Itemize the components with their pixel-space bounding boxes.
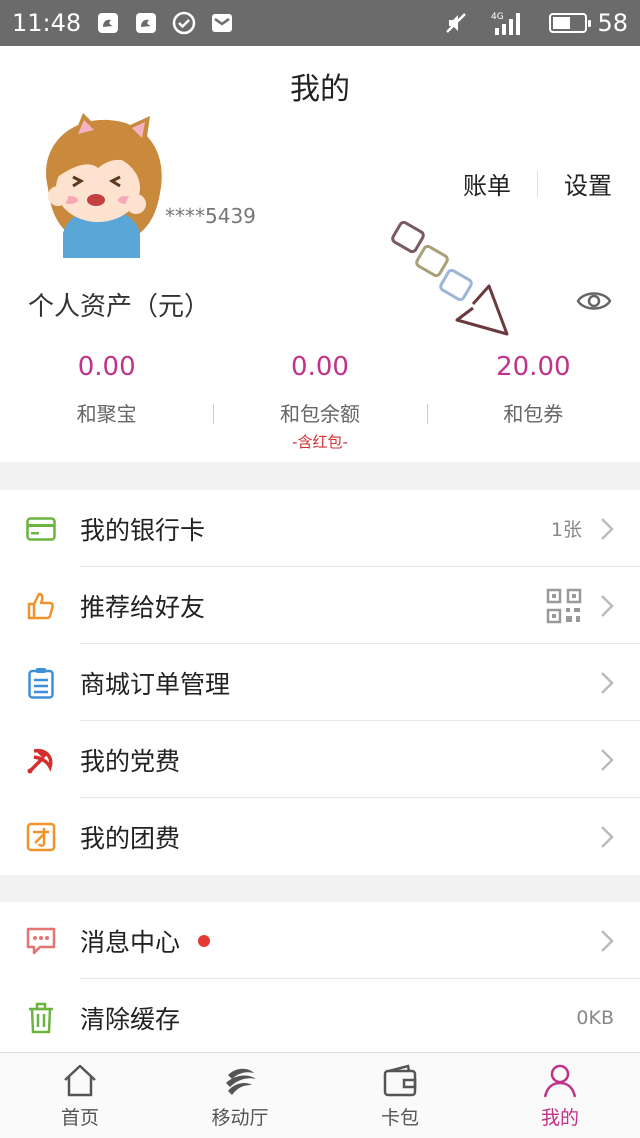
chevron-right-icon	[601, 929, 614, 952]
header-links: 账单 设置	[463, 166, 612, 201]
nav-label: 我的	[540, 1107, 579, 1129]
app-notification-icon	[95, 10, 121, 36]
asset-value: 0.00	[291, 352, 349, 382]
bill-link[interactable]: 账单	[463, 166, 511, 201]
league-icon	[24, 820, 58, 854]
mute-icon	[443, 10, 469, 36]
network-label: 4G	[491, 12, 504, 22]
hammer-sickle-icon	[24, 743, 58, 777]
nav-label: 卡包	[380, 1107, 419, 1129]
page-title: 我的	[290, 72, 350, 107]
assets-title: 个人资产（元）	[28, 292, 211, 322]
asset-label: 和包余额	[279, 402, 360, 426]
nav-label: 首页	[60, 1107, 99, 1129]
bank-card-icon	[24, 512, 58, 546]
chevron-right-icon	[601, 671, 614, 694]
decorative-arrow-icon	[391, 220, 509, 336]
asset-hejubao[interactable]: 0.00 和聚宝	[0, 348, 213, 458]
profile-icon	[543, 1064, 577, 1098]
menu-item-mall-orders[interactable]: 商城订单管理	[0, 644, 640, 721]
asset-hebao-balance[interactable]: 0.00 和包余额 -含红包-	[213, 348, 426, 458]
settings-link[interactable]: 设置	[564, 166, 612, 201]
menu-item-league-fee[interactable]: 我的团费	[0, 798, 640, 875]
status-time: 11:48	[12, 9, 82, 37]
clipboard-icon	[24, 666, 58, 700]
nav-mobile-hall[interactable]: 移动厅	[160, 1053, 320, 1138]
china-mobile-icon	[226, 1068, 256, 1095]
bottom-nav: 首页 移动厅 卡包 我的	[0, 1052, 640, 1138]
qr-code-icon[interactable]	[546, 588, 582, 624]
app-notification-icon	[133, 10, 159, 36]
status-bar: 11:48 4G 58	[0, 0, 640, 46]
menu-label: 我的银行卡	[80, 515, 206, 545]
chevron-right-icon	[601, 748, 614, 771]
asset-label: 和聚宝	[76, 402, 137, 426]
divider	[537, 170, 538, 197]
cache-size: 0KB	[576, 1006, 614, 1029]
chevron-right-icon	[601, 517, 614, 540]
phone-number: ****5439	[165, 204, 256, 228]
menu-group-system: 消息中心 清除缓存 0KB	[0, 902, 640, 1056]
menu-label: 清除缓存	[80, 1004, 181, 1034]
nav-mine[interactable]: 我的	[480, 1053, 640, 1138]
asset-label: 和包券	[503, 402, 564, 426]
profile-header: 我的 ****5439 账单 设置 个人资产（元） 0.00 和聚宝 0.00 …	[0, 46, 640, 462]
menu-item-recommend-friend[interactable]: 推荐给好友	[0, 567, 640, 644]
unread-dot	[198, 934, 211, 947]
asset-value: 0.00	[77, 352, 136, 382]
menu-label: 消息中心	[80, 927, 181, 957]
avatar[interactable]	[28, 108, 178, 258]
menu-item-party-fee[interactable]: 我的党费	[0, 721, 640, 798]
nav-home[interactable]: 首页	[0, 1053, 160, 1138]
menu-label: 推荐给好友	[80, 592, 206, 622]
signal-4g-icon: 4G	[491, 10, 527, 36]
menu-label: 商城订单管理	[80, 669, 231, 699]
nav-label: 移动厅	[211, 1107, 269, 1129]
wallet-icon	[383, 1064, 417, 1097]
thumbs-up-icon	[24, 589, 58, 623]
menu-label: 我的团费	[80, 823, 181, 853]
chevron-right-icon	[601, 594, 614, 617]
asset-hebao-coupon[interactable]: 20.00 和包券	[426, 348, 640, 458]
chevron-right-icon	[601, 825, 614, 848]
bank-card-count: 1张	[550, 519, 582, 541]
battery-icon	[549, 13, 592, 33]
asset-value: 20.00	[496, 352, 571, 382]
nav-card-wallet[interactable]: 卡包	[320, 1053, 480, 1138]
menu-group-services: 我的银行卡 1张 推荐给好友 商城订单管理 我的党费 我的团费	[0, 490, 640, 875]
message-icon	[24, 924, 58, 958]
check-circle-icon	[171, 10, 197, 36]
menu-label: 我的党费	[80, 746, 181, 776]
menu-item-clear-cache[interactable]: 清除缓存 0KB	[0, 979, 640, 1056]
eye-icon[interactable]	[576, 288, 612, 314]
mail-icon	[209, 10, 235, 36]
menu-item-bank-card[interactable]: 我的银行卡 1张	[0, 490, 640, 567]
battery-percent: 58	[597, 9, 628, 37]
trash-icon	[24, 1001, 58, 1035]
menu-item-message-center[interactable]: 消息中心	[0, 902, 640, 979]
asset-sublabel: -含红包-	[292, 433, 348, 451]
home-icon	[64, 1064, 96, 1097]
assets-row: 0.00 和聚宝 0.00 和包余额 -含红包- 20.00 和包券	[0, 348, 640, 458]
